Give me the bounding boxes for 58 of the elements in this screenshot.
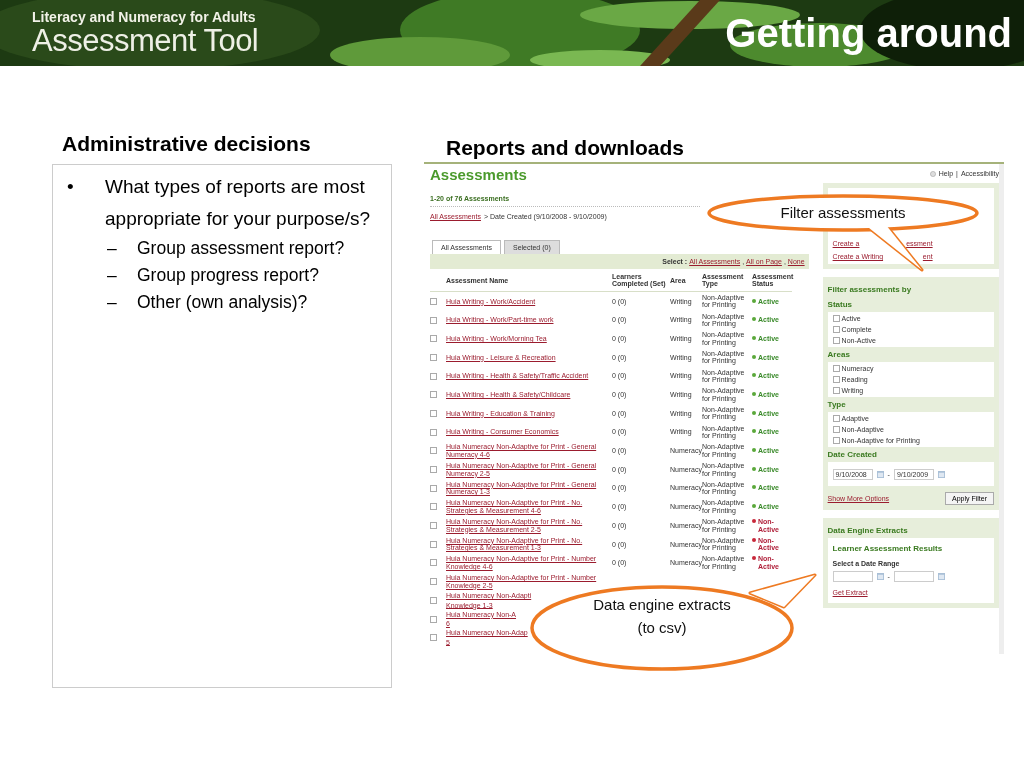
checkbox[interactable] [430,447,437,455]
column-heading: Reports and downloads [445,136,685,161]
checkbox[interactable] [832,426,840,433]
checkbox[interactable] [832,376,840,383]
checkbox[interactable] [430,316,437,324]
checkbox[interactable] [430,297,437,305]
brand-kicker: Literacy and Numeracy for Adults [32,9,257,25]
callout-text: Data engine extracts (to csv) [592,595,732,638]
calendar-icon[interactable] [876,572,884,580]
panel-title: Filter assessments by [827,284,913,296]
checkbox[interactable] [832,415,840,422]
checkbox[interactable] [832,437,840,444]
checkbox[interactable] [430,522,437,530]
checkbox[interactable] [832,337,840,344]
help-icon[interactable] [929,170,936,177]
checkbox[interactable] [430,353,437,361]
checkbox[interactable] [832,326,840,333]
checkbox[interactable] [430,596,437,604]
checkbox[interactable] [832,365,840,372]
date-field[interactable] [832,570,873,582]
checkbox[interactable] [430,335,437,343]
checkbox[interactable] [430,409,437,417]
checkbox[interactable] [430,466,437,474]
calendar-icon[interactable] [937,470,945,478]
group-title: Date Created [827,449,878,461]
product-name: Assessment Tool [32,25,259,57]
group-title: Type [827,399,847,411]
bullet-marker: • [66,175,75,199]
bullet-text: Group progress report? [137,264,319,287]
date-field[interactable] [893,570,934,582]
checkbox[interactable] [430,615,437,623]
checkbox[interactable] [430,484,437,492]
bullet-text: Group assessment report? [137,237,345,260]
group-title: Areas [827,349,851,361]
column-heading: Administrative decisions [61,132,312,157]
checkbox[interactable] [430,428,437,436]
callout-text: Filter assessments [779,203,907,223]
checkbox[interactable] [430,540,437,548]
dash-marker: – [107,291,118,314]
group-title: Status [827,299,854,311]
calendar-icon[interactable] [937,572,945,580]
checkbox[interactable] [430,634,437,642]
panel-title: Data Engine Extracts [827,525,909,537]
bullet-text: What types of reports are most appropriate for your purpose/s? [105,175,372,231]
checkbox[interactable] [832,387,840,394]
checkbox[interactable] [430,372,437,380]
calendar-icon[interactable] [876,470,884,478]
section-title: Learner Assessment Results [832,543,944,555]
checkbox[interactable] [832,315,840,322]
page-title: Assessments [430,166,528,185]
dash-marker: – [107,264,118,287]
checkbox[interactable] [430,578,437,586]
checkbox[interactable] [430,559,437,567]
dash-marker: – [107,237,118,260]
bullet-text: Other (own analysis)? [137,291,308,314]
checkbox[interactable] [430,503,437,511]
slide-title: Getting around [725,10,1013,56]
checkbox[interactable] [430,391,437,399]
